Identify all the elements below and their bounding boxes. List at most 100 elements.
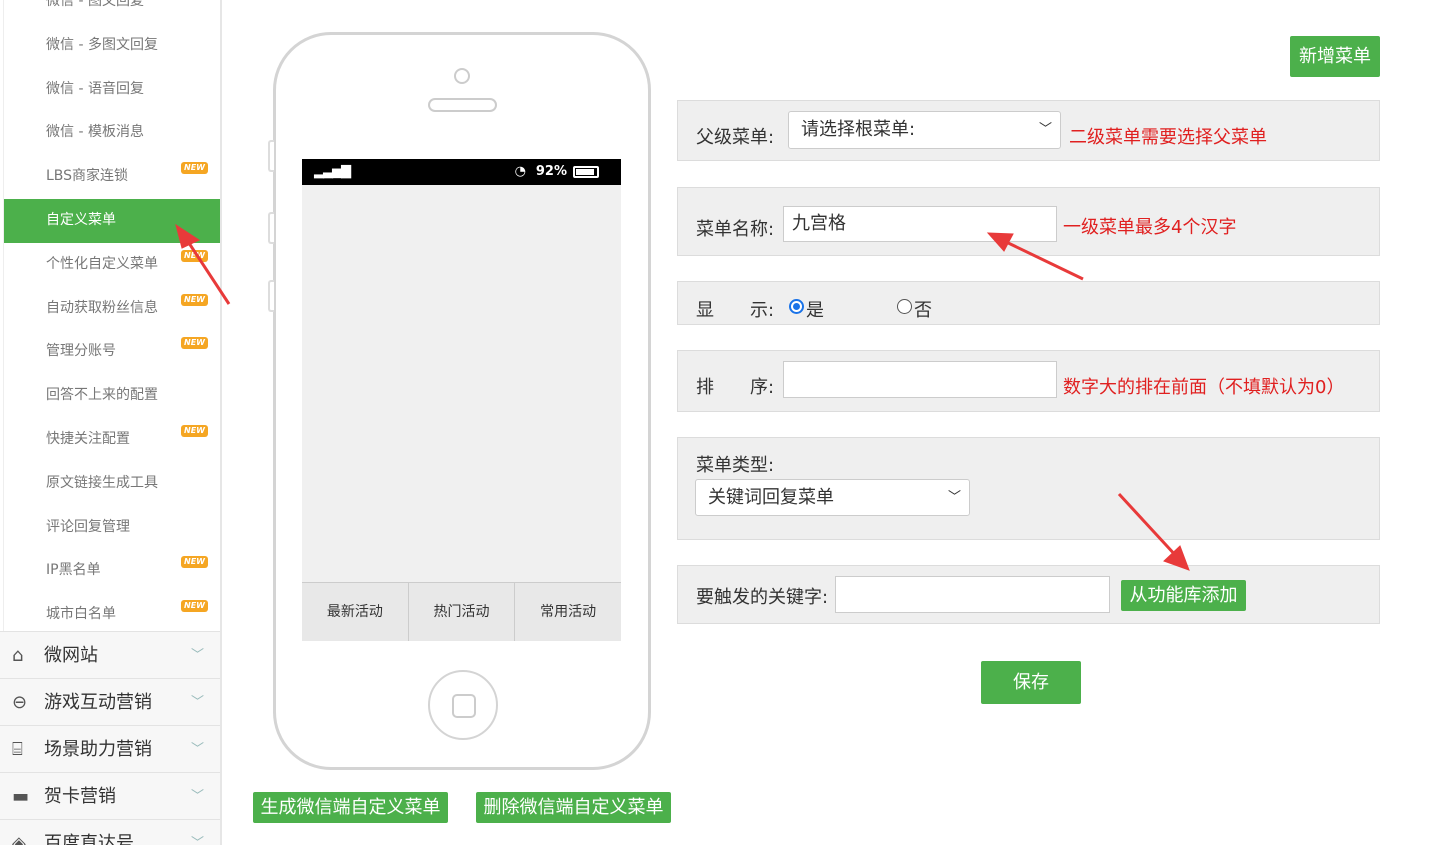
new-badge: NEW — [181, 162, 208, 175]
phone-menu-item-common[interactable]: 常用活动 — [515, 583, 622, 641]
gamepad-icon: ⊖ — [12, 692, 28, 713]
sidebar-item-label: 微信 - 语音回复 — [46, 80, 144, 97]
sidebar-item-sub-accounts[interactable]: 管理分账号 NEW — [3, 330, 220, 375]
add-menu-button[interactable]: 新增菜单 — [1290, 36, 1380, 77]
new-badge: NEW — [181, 556, 208, 569]
sidebar-item-label: 快捷关注配置 — [46, 430, 130, 447]
new-badge: NEW — [181, 293, 208, 306]
menu-type-select[interactable]: 关键词回复菜单 ﹀ — [695, 479, 970, 516]
phone-status-bar: ▂▃▅▇ ◔ 92% — [302, 159, 621, 185]
sidebar-item-label: LBS商家连锁 — [46, 168, 129, 185]
phone-menu-item-hot[interactable]: 热门活动 — [408, 583, 516, 641]
card-icon: ▬ — [12, 786, 30, 807]
sidebar-item-label: IP黑名单 — [46, 562, 101, 579]
clock-icon: ◔ — [514, 164, 526, 179]
chevron-down-icon: ﹀ — [190, 742, 204, 757]
phone-side-button — [268, 280, 274, 312]
parent-menu-row: 父级菜单: 请选择根菜单: ﹀ 二级菜单需要选择父菜单 — [677, 100, 1380, 161]
menu-name-input[interactable]: 九宫格 — [783, 206, 1057, 242]
new-badge: NEW — [181, 337, 208, 350]
menu-name-label: 菜单名称: — [696, 219, 775, 240]
bank-icon: ⌸ — [12, 739, 23, 760]
chevron-down-icon: ﹀ — [190, 836, 204, 845]
keyword-row: 要触发的关键字: 从功能库添加 — [677, 565, 1380, 624]
chevron-down-icon: ﹀ — [1038, 122, 1052, 137]
menu-name-row: 菜单名称: 九宫格 一级菜单最多4个汉字 — [677, 187, 1380, 256]
sidebar-item-custom-menu[interactable]: 自定义菜单 — [3, 198, 220, 243]
parent-menu-hint: 二级菜单需要选择父菜单 — [1069, 127, 1267, 148]
new-badge: NEW — [181, 600, 208, 613]
menu-name-value: 九宫格 — [792, 213, 846, 234]
signal-icon: ▂▃▅▇ — [314, 164, 351, 179]
sidebar-section-game-marketing[interactable]: ⊖ 游戏互动营销 ﹀ — [0, 678, 220, 725]
generate-wechat-menu-button[interactable]: 生成微信端自定义菜单 — [253, 792, 448, 823]
order-input[interactable] — [783, 361, 1057, 398]
phone-side-button — [268, 212, 274, 244]
sidebar-item-label: 个性化自定义菜单 — [46, 255, 158, 272]
sidebar-item-label: 自定义菜单 — [46, 211, 116, 228]
order-label: 排 序: — [696, 377, 775, 398]
sidebar-item-label: 评论回复管理 — [46, 518, 130, 535]
display-yes-radio[interactable] — [789, 299, 804, 314]
order-row: 排 序: 数字大的排在前面（不填默认为0） — [677, 350, 1380, 412]
display-yes-label: 是 — [806, 300, 824, 321]
sidebar-item-ip-blacklist[interactable]: IP黑名单 NEW — [3, 549, 220, 594]
sidebar-section-microsite[interactable]: ⌂ 微网站 ﹀ — [0, 631, 220, 678]
sidebar-item-multi-image-text-reply[interactable]: 微信 - 多图文回复 — [3, 23, 220, 68]
display-label: 显 示: — [696, 300, 775, 321]
display-no-label: 否 — [914, 300, 932, 321]
add-from-library-button[interactable]: 从功能库添加 — [1121, 580, 1246, 611]
order-hint: 数字大的排在前面（不填默认为0） — [1063, 377, 1345, 398]
sidebar-section-scene-marketing[interactable]: ⌸ 场景助力营销 ﹀ — [0, 725, 220, 772]
delete-wechat-menu-button[interactable]: 删除微信端自定义菜单 — [476, 792, 671, 823]
sidebar-section-label: 微网站 — [44, 645, 98, 666]
keyword-label: 要触发的关键字: — [696, 587, 829, 608]
phone-speaker — [428, 98, 497, 112]
sidebar-item-voice-reply[interactable]: 微信 - 语音回复 — [3, 67, 220, 112]
sidebar-item-label: 微信 - 模板消息 — [46, 124, 144, 141]
sidebar-item-label: 原文链接生成工具 — [46, 474, 158, 491]
chevron-down-icon: ﹀ — [190, 648, 204, 663]
chevron-down-icon: ﹀ — [190, 695, 204, 710]
sidebar-item-label: 城市白名单 — [46, 606, 116, 623]
menu-type-value: 关键词回复菜单 — [708, 487, 834, 508]
phone-camera — [454, 68, 470, 84]
home-icon: ⌂ — [12, 645, 24, 666]
sidebar-item-fan-info[interactable]: 自动获取粉丝信息 NEW — [3, 286, 220, 331]
sidebar-item-template-message[interactable]: 微信 - 模板消息 — [3, 111, 220, 156]
parent-menu-select[interactable]: 请选择根菜单: ﹀ — [788, 111, 1061, 149]
sidebar-item-link-tool[interactable]: 原文链接生成工具 — [3, 461, 220, 506]
sidebar-item-quick-follow[interactable]: 快捷关注配置 NEW — [3, 417, 220, 462]
sidebar-section-card-marketing[interactable]: ▬ 贺卡营销 ﹀ — [0, 772, 220, 819]
phone-side-button — [268, 140, 274, 172]
parent-menu-value: 请选择根菜单: — [801, 119, 916, 140]
battery-percentage: 92% — [535, 164, 567, 179]
sidebar-section-label: 场景助力营销 — [44, 739, 152, 760]
sidebar-item-label: 回答不上来的配置 — [46, 387, 158, 404]
menu-type-row: 菜单类型: 关键词回复菜单 ﹀ — [677, 437, 1380, 540]
sidebar: 微信 - 图文回复 微信 - 多图文回复 微信 - 语音回复 微信 - 模板消息… — [0, 0, 222, 845]
sidebar-item-label: 自动获取粉丝信息 — [46, 299, 158, 316]
sidebar-item-comment-reply[interactable]: 评论回复管理 — [3, 505, 220, 550]
sidebar-item-fallback-config[interactable]: 回答不上来的配置 — [3, 374, 220, 418]
save-button[interactable]: 保存 — [981, 661, 1081, 704]
sidebar-item-lbs-chain[interactable]: LBS商家连锁 NEW — [3, 155, 220, 199]
sidebar-section-label: 百度直达号 — [44, 833, 134, 845]
sidebar-submenu: 微信 - 图文回复 微信 - 多图文回复 微信 - 语音回复 微信 - 模板消息… — [3, 0, 220, 637]
sidebar-section-baidu[interactable]: ◈ 百度直达号 ﹀ — [0, 819, 220, 845]
display-row: 显 示: 是 否 — [677, 281, 1380, 325]
battery-icon — [573, 166, 599, 178]
baidu-icon: ◈ — [12, 833, 26, 845]
display-no-radio[interactable] — [897, 299, 912, 314]
sidebar-section-label: 游戏互动营销 — [44, 692, 152, 713]
phone-screen: ▂▃▅▇ ◔ 92% 最新活动 热门活动 常用活动 — [302, 159, 622, 641]
keyword-input[interactable] — [835, 576, 1110, 613]
sidebar-item-personalized-menu[interactable]: 个性化自定义菜单 NEW — [3, 242, 220, 287]
parent-menu-label: 父级菜单: — [696, 127, 775, 148]
phone-menu-item-latest[interactable]: 最新活动 — [302, 583, 409, 641]
new-badge: NEW — [181, 424, 208, 437]
new-badge: NEW — [181, 249, 208, 262]
sidebar-item-image-text-reply[interactable]: 微信 - 图文回复 — [3, 0, 220, 24]
phone-home-square — [452, 694, 476, 718]
sidebar-item-label: 管理分账号 — [46, 343, 116, 360]
